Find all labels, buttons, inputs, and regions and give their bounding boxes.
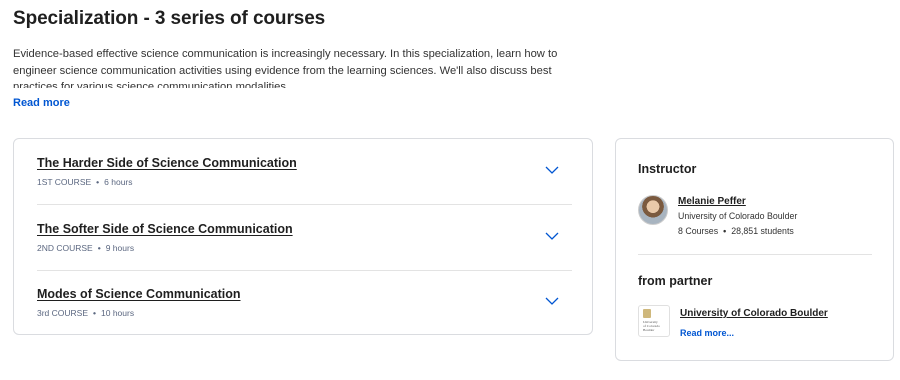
description-container: Evidence-based effective science communi… (13, 46, 583, 88)
meta-separator: • (93, 308, 96, 318)
partner-heading: from partner (638, 274, 713, 288)
avatar[interactable] (638, 195, 668, 225)
courses-list: The Harder Side of Science Communication… (13, 138, 593, 335)
read-more-link[interactable]: Read more (13, 97, 70, 109)
course-number: 3rd COURSE (37, 308, 89, 318)
course-item[interactable]: Modes of Science Communication 3rd COURS… (37, 270, 572, 336)
course-item[interactable]: The Softer Side of Science Communication… (37, 205, 572, 271)
cu-logo-mark-icon (643, 309, 651, 318)
course-duration: 10 hours (101, 308, 135, 318)
partner-logo[interactable]: University of Colorado Boulder (638, 305, 670, 337)
specialization-description: Evidence-based effective science communi… (13, 48, 558, 88)
meta-separator: • (97, 243, 101, 253)
course-number: 2ND COURSE (37, 243, 93, 253)
meta-separator: • (723, 226, 727, 236)
meta-separator: • (96, 177, 100, 187)
chevron-down-icon[interactable] (544, 295, 560, 307)
instructor-student-count: 28,851 students (731, 226, 794, 236)
instructor-name[interactable]: Melanie Peffer (678, 196, 746, 207)
partner-read-more-link[interactable]: Read more... (680, 328, 734, 338)
instructor-partner-card: Instructor Melanie Peffer University of … (615, 138, 894, 361)
course-meta: 3rd COURSE • 10 hours (37, 308, 134, 318)
course-title[interactable]: Modes of Science Communication (37, 287, 241, 301)
course-duration: 9 hours (105, 243, 135, 253)
instructor-heading: Instructor (638, 162, 697, 176)
instructor-organization: University of Colorado Boulder (678, 211, 798, 221)
course-item[interactable]: The Harder Side of Science Communication… (37, 139, 572, 205)
chevron-down-icon[interactable] (544, 164, 560, 176)
instructor-stats: 8 Courses • 28,851 students (678, 226, 794, 236)
instructor-course-count: 8 Courses (678, 226, 719, 236)
course-title[interactable]: The Harder Side of Science Communication (37, 156, 297, 170)
course-title[interactable]: The Softer Side of Science Communication (37, 222, 293, 236)
divider (638, 254, 872, 255)
course-meta: 2ND COURSE • 9 hours (37, 243, 134, 253)
course-duration: 6 hours (104, 177, 133, 187)
course-meta: 1ST COURSE • 6 hours (37, 177, 133, 187)
page-title: Specialization - 3 series of courses (13, 8, 326, 29)
course-number: 1ST COURSE (37, 177, 92, 187)
logo-text: Boulder (643, 328, 655, 332)
chevron-down-icon[interactable] (544, 230, 560, 242)
partner-name[interactable]: University of Colorado Boulder (680, 308, 828, 319)
